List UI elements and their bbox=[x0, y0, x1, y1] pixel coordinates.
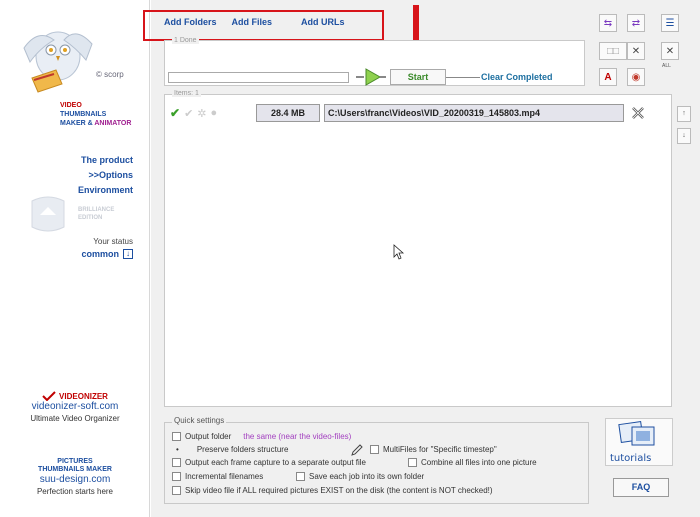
status-value[interactable]: common bbox=[81, 249, 119, 259]
remove-all-icon[interactable]: ✕ bbox=[661, 42, 679, 60]
tutorials-icon bbox=[618, 420, 655, 446]
videonizer-site-link[interactable]: videonizer-soft.com bbox=[0, 401, 150, 413]
row-icons: ✔ ✔ ✲ ● bbox=[170, 106, 256, 120]
multifiles-checkbox[interactable]: MultiFiles for "Specific timestep" bbox=[370, 445, 497, 454]
brand-line-video: VIDEO bbox=[60, 102, 82, 109]
checkbox-box[interactable] bbox=[172, 472, 181, 481]
mouse-cursor-icon bbox=[393, 244, 405, 260]
preserve-structure-label: Preserve folders structure bbox=[196, 445, 289, 454]
edition-label: BRILLIANCE EDITION bbox=[78, 206, 114, 222]
start-button[interactable]: Start bbox=[390, 69, 446, 85]
bullet-icon: • bbox=[176, 445, 179, 454]
file-size: 28.4 MB bbox=[256, 104, 320, 122]
ptm-line2: THUMBNAILS MAKER bbox=[38, 466, 112, 473]
output-folder-checkbox[interactable]: Output folder the same (near the video-f… bbox=[172, 432, 351, 441]
status-label: Your status bbox=[93, 237, 133, 246]
brand-animator-text: ANIMATOR bbox=[94, 120, 132, 127]
start-line bbox=[446, 77, 480, 78]
swap-icon[interactable]: ⇄ bbox=[627, 14, 645, 32]
ptm-promo: PICTURES THUMBNAILS MAKER suu-design.com… bbox=[0, 458, 150, 497]
items-panel bbox=[164, 94, 672, 407]
sidebar-nav: The product >>Options Environment bbox=[78, 153, 133, 198]
videonizer-name-row: VIDEONIZER bbox=[0, 391, 150, 401]
quick-settings-label: Quick settings bbox=[172, 416, 227, 425]
brand-line-thumbnails: THUMBNAILS bbox=[60, 111, 107, 118]
nav-options[interactable]: >>Options bbox=[78, 168, 133, 183]
scroll-up-button[interactable]: ↑ bbox=[677, 106, 691, 122]
combine-label: Combine all files into one picture bbox=[421, 458, 537, 467]
ptm-line1: PICTURES bbox=[57, 458, 93, 465]
brand-line-maker: MAKER & ANIMATOR bbox=[60, 119, 131, 128]
videonizer-desc: Ultimate Video Organizer bbox=[30, 414, 120, 423]
move-up-icon[interactable]: ⇆ bbox=[599, 14, 617, 32]
list-view-icon[interactable]: ☰ bbox=[661, 14, 679, 32]
all-label: ALL bbox=[662, 63, 671, 69]
close-icon[interactable] bbox=[630, 105, 646, 121]
videonizer-logo-icon bbox=[42, 391, 56, 401]
edition-line1: BRILLIANCE bbox=[78, 207, 115, 213]
settings-icon[interactable]: ✲ bbox=[197, 107, 206, 120]
edition-line2: EDITION bbox=[78, 215, 103, 221]
nav-the-product[interactable]: The product bbox=[78, 153, 133, 168]
file-path: C:\Users\franc\Videos\VID_20200319_14580… bbox=[324, 104, 624, 122]
combine-checkbox[interactable]: Combine all files into one picture bbox=[408, 458, 537, 467]
output-folder-value[interactable]: the same (near the video-files) bbox=[243, 432, 351, 441]
copyright-label: © scorp bbox=[96, 70, 124, 79]
font-icon[interactable]: A bbox=[599, 68, 617, 86]
brand-maker-text: MAKER & bbox=[60, 120, 95, 127]
status-row: common ↓ bbox=[81, 249, 133, 259]
check-gray-icon[interactable]: ✔ bbox=[184, 107, 193, 120]
globe-icon[interactable]: ● bbox=[211, 107, 218, 119]
product-brand: VIDEO THUMBNAILS MAKER & ANIMATOR bbox=[60, 101, 131, 128]
download-icon[interactable]: ↓ bbox=[123, 249, 133, 259]
ptm-desc: Perfection starts here bbox=[36, 487, 114, 496]
disc-icon[interactable]: ◉ bbox=[627, 68, 645, 86]
videonizer-promo: VIDEONIZER videonizer-soft.com Ultimate … bbox=[0, 391, 150, 424]
output-folder-label: Output folder bbox=[185, 432, 232, 441]
separate-output-checkbox[interactable]: Output each frame capture to a separate … bbox=[172, 458, 366, 467]
incremental-checkbox[interactable]: Incremental filenames bbox=[172, 472, 263, 481]
checkbox-box[interactable] bbox=[172, 432, 181, 441]
clear-completed-button[interactable]: Clear Completed bbox=[481, 72, 553, 82]
incremental-label: Incremental filenames bbox=[185, 472, 264, 481]
save-each-label: Save each job into its own folder bbox=[309, 472, 425, 481]
scroll-down-button[interactable]: ↓ bbox=[677, 128, 691, 144]
preserve-structure-option[interactable]: • Preserve folders structure bbox=[176, 445, 288, 454]
multifiles-label: MultiFiles for "Specific timestep" bbox=[383, 445, 497, 454]
tutorials-label[interactable]: tutorials bbox=[610, 453, 651, 464]
check-icon[interactable]: ✔ bbox=[170, 106, 180, 120]
skip-existing-checkbox[interactable]: Skip video file if ALL required pictures… bbox=[172, 486, 493, 495]
save-each-checkbox[interactable]: Save each job into its own folder bbox=[296, 472, 424, 481]
play-icon[interactable] bbox=[356, 68, 386, 86]
pencil-icon[interactable] bbox=[350, 444, 364, 456]
sidebar: © scorp VIDEO THUMBNAILS MAKER & ANIMATO… bbox=[0, 0, 150, 517]
faq-button[interactable]: FAQ bbox=[613, 478, 669, 497]
checkbox-box[interactable] bbox=[172, 486, 181, 495]
checkbox-box[interactable] bbox=[370, 445, 379, 454]
progress-bar bbox=[168, 72, 349, 83]
checkbox-box[interactable] bbox=[172, 458, 181, 467]
separate-output-label: Output each frame capture to a separate … bbox=[185, 458, 366, 467]
job-group-label: 1 Done bbox=[172, 37, 199, 44]
remove-selected-icon[interactable]: ✕ bbox=[627, 42, 645, 60]
owl-logo-icon bbox=[23, 31, 93, 93]
videonizer-name: VIDEONIZER bbox=[59, 391, 108, 401]
ptm-site-link[interactable]: suu-design.com bbox=[0, 474, 150, 486]
items-label: Items: 1 bbox=[172, 90, 201, 97]
skip-existing-label: Skip video file if ALL required pictures… bbox=[185, 486, 493, 495]
select-none-icon[interactable]: □□ bbox=[599, 42, 627, 60]
checkbox-box[interactable] bbox=[408, 458, 417, 467]
checkbox-box[interactable] bbox=[296, 472, 305, 481]
